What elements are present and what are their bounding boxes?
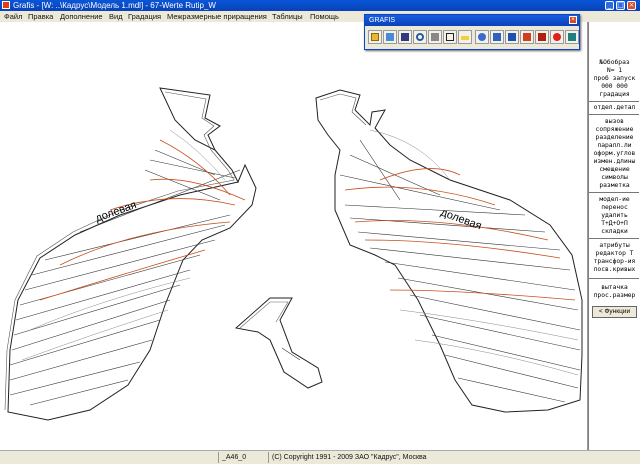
panel-line[interactable]: градация [590, 91, 639, 99]
panel-item[interactable]: измен.длины [590, 158, 639, 166]
grainline-label-right: долевая [439, 207, 483, 233]
panel-item[interactable]: трансфор-ия [590, 258, 639, 266]
panel-item[interactable]: удалить [590, 212, 639, 220]
panel-item[interactable]: вызов [590, 118, 639, 126]
grafis-toolbox[interactable]: GRAFIS × [364, 14, 580, 50]
import-icon[interactable] [535, 30, 549, 44]
close-icon[interactable]: × [569, 16, 577, 24]
menu-view[interactable]: Вид [109, 11, 123, 22]
grainline-label-left: долевая [94, 199, 138, 225]
menu-help[interactable]: Помощь [310, 11, 339, 22]
title-bar: Grafis - [W: ..\Кадрус\Модель 1.mdl] - 6… [0, 0, 640, 11]
status-copyright: (C) Copyright 1991 - 2009 ЗАО "Кадрус", … [268, 452, 640, 463]
edit-icon[interactable] [383, 30, 397, 44]
panel-item[interactable]: оформ.углов [590, 150, 639, 158]
maximize-icon[interactable]: □ [616, 1, 625, 10]
export-down-icon[interactable] [520, 30, 534, 44]
panel-item[interactable]: посв.кривых [590, 266, 639, 274]
toolbox-title-bar[interactable]: GRAFIS × [365, 15, 579, 26]
z-icon[interactable] [505, 30, 519, 44]
panel-item[interactable]: редактор Т [590, 250, 639, 258]
panel-item[interactable]: Т+Д+О+П [590, 220, 639, 228]
left-pattern-piece[interactable]: долевая [4, 87, 257, 421]
search-icon[interactable] [413, 30, 427, 44]
right-pattern-piece[interactable]: долевая [315, 89, 583, 413]
status-grade: _A46_0 [218, 452, 268, 463]
panel-item[interactable]: модел-ие [590, 196, 639, 204]
layers-icon[interactable] [443, 30, 457, 44]
panel-line: N= 1 [606, 67, 623, 74]
panel-item[interactable]: перенос [590, 204, 639, 212]
panel-item[interactable]: сопряжение [590, 126, 639, 134]
panel-item[interactable]: вытачка [590, 284, 639, 292]
panel-divider [589, 278, 639, 279]
panel-divider [589, 238, 639, 239]
panel-divider [589, 101, 639, 102]
panel-item[interactable]: прос.размер [590, 292, 639, 300]
panel-item[interactable]: смещение [590, 166, 639, 174]
print-icon[interactable] [428, 30, 442, 44]
facing-pattern-piece[interactable] [234, 297, 323, 389]
save-icon[interactable] [398, 30, 412, 44]
functions-button[interactable]: < Функции [592, 306, 637, 318]
panel-item[interactable]: складки [590, 228, 639, 236]
panel-divider [589, 192, 639, 193]
panel-item[interactable]: паралл.ли [590, 142, 639, 150]
menu-edit[interactable]: Правка [28, 11, 53, 22]
function-panel: №Обобраз N= 1 проб запуск 000 000 градац… [588, 22, 640, 450]
menu-tables[interactable]: Таблицы [272, 11, 303, 22]
ruler-icon[interactable] [458, 30, 472, 44]
toolbox-title: GRAFIS [369, 17, 396, 24]
panel-line[interactable]: проб запуск [590, 75, 639, 83]
close-icon[interactable]: × [627, 1, 636, 10]
menu-increments[interactable]: Межразмерные приращения [167, 11, 267, 22]
app-icon[interactable] [2, 1, 10, 9]
cut-icon[interactable] [490, 30, 504, 44]
panel-item[interactable]: символы [590, 174, 639, 182]
panel-item[interactable]: разметка [590, 182, 639, 190]
panel-line[interactable]: №Обобраз [590, 59, 639, 67]
menu-file[interactable]: Файл [4, 11, 22, 22]
window-title: Grafis - [W: ..\Кадрус\Модель 1.mdl] - 6… [13, 1, 216, 10]
menu-addon[interactable]: Дополнение [60, 11, 103, 22]
status-bar: _A46_0 (C) Copyright 1991 - 2009 ЗАО "Ка… [0, 450, 640, 464]
panel-item[interactable]: атрибуты [590, 242, 639, 250]
target-icon[interactable] [475, 30, 489, 44]
panel-divider [589, 114, 639, 115]
stop-icon[interactable] [550, 30, 564, 44]
menu-grading[interactable]: Градация [128, 11, 161, 22]
open-folder-icon[interactable] [368, 30, 382, 44]
minimize-icon[interactable]: _ [605, 1, 614, 10]
panel-line: 000 000 [601, 83, 628, 90]
monitor-icon[interactable] [565, 30, 579, 44]
drawing-canvas[interactable]: долевая долевая [0, 22, 588, 450]
panel-item[interactable]: разделение [590, 134, 639, 142]
pattern-drawing: долевая долевая [4, 87, 583, 421]
panel-item-detail[interactable]: отдел.детал [590, 104, 639, 112]
